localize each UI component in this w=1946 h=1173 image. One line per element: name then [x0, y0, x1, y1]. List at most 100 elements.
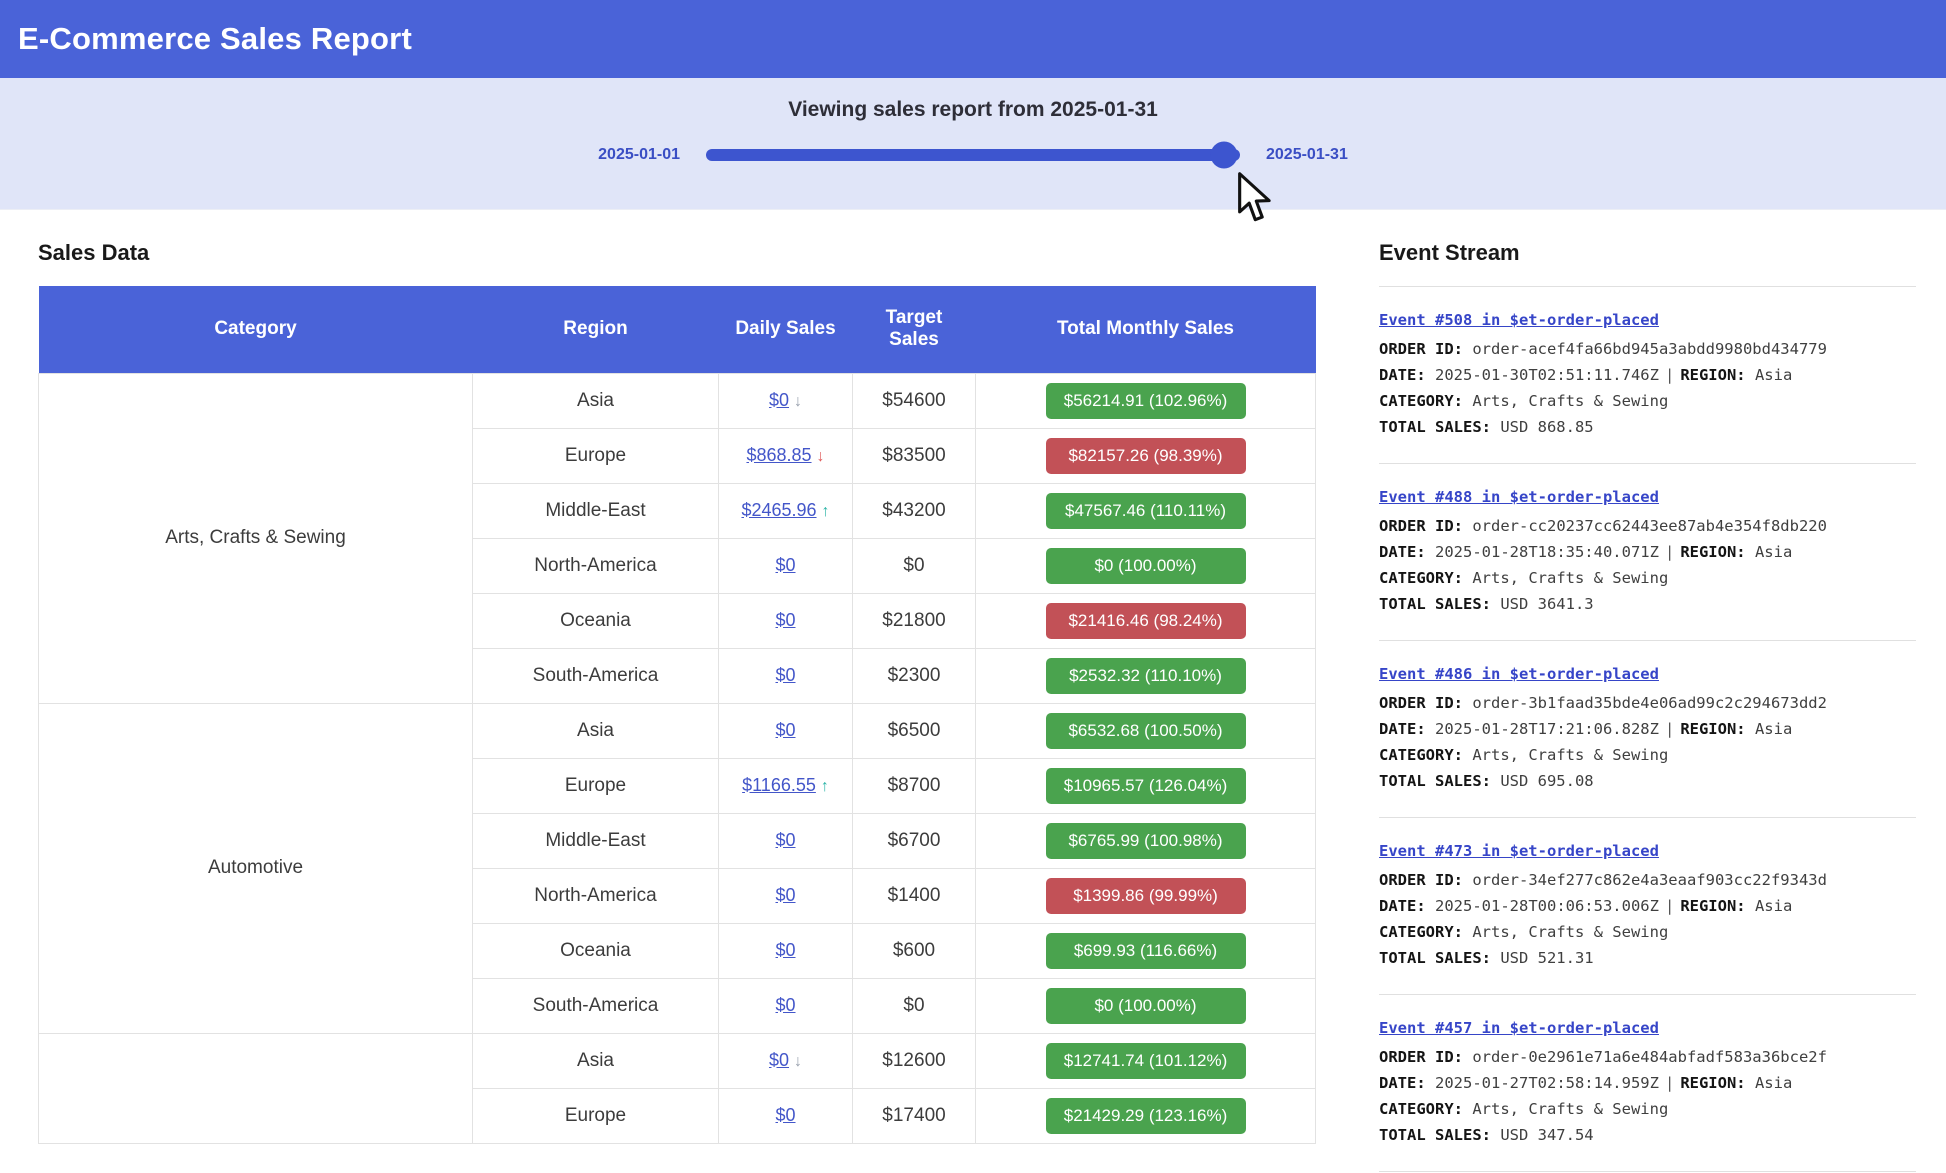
daily-sales-link[interactable]: $0	[775, 720, 795, 740]
daily-sales-cell: $868.85↓	[719, 428, 853, 483]
region-cell: Europe	[473, 428, 719, 483]
daily-sales-link[interactable]: $0	[775, 995, 795, 1015]
region-cell: South-America	[473, 648, 719, 703]
event-date-region-line: DATE: 2025-01-27T02:58:14.959Z|REGION: A…	[1379, 1070, 1916, 1096]
total-monthly-sales-cell: $47567.46 (110.11%)	[976, 483, 1316, 538]
region-cell: Europe	[473, 758, 719, 813]
sales-table: Category Region Daily Sales Target Sales…	[38, 286, 1316, 1144]
event-total-sales-line: TOTAL SALES: USD 3641.3	[1379, 591, 1916, 617]
daily-sales-cell: $0↓	[719, 373, 853, 428]
date-slider-thumb[interactable]	[1210, 142, 1237, 169]
event-total-sales-line: TOTAL SALES: USD 695.08	[1379, 768, 1916, 794]
event-order-id-line: ORDER ID: order-acef4fa66bd945a3abdd9980…	[1379, 336, 1916, 362]
daily-sales-link[interactable]: $0	[775, 940, 795, 960]
event-item: Event #486 in $et-order-placed ORDER ID: …	[1379, 641, 1916, 818]
monthly-sales-badge: $56214.91 (102.96%)	[1046, 383, 1246, 419]
daily-sales-link[interactable]: $0	[775, 665, 795, 685]
target-sales-cell: $0	[853, 978, 976, 1033]
daily-sales-link[interactable]: $0	[769, 1050, 789, 1070]
region-cell: Middle-East	[473, 483, 719, 538]
daily-sales-link[interactable]: $0	[775, 1105, 795, 1125]
monthly-sales-badge: $12741.74 (101.12%)	[1046, 1043, 1246, 1079]
slider-title: Viewing sales report from 2025-01-31	[0, 78, 1946, 122]
event-date-region-line: DATE: 2025-01-28T18:35:40.071Z|REGION: A…	[1379, 539, 1916, 565]
daily-sales-cell: $0	[719, 978, 853, 1033]
total-monthly-sales-cell: $56214.91 (102.96%)	[976, 373, 1316, 428]
daily-sales-link[interactable]: $0	[769, 390, 789, 410]
region-cell: Asia	[473, 373, 719, 428]
region-cell: North-America	[473, 868, 719, 923]
total-monthly-sales-cell: $699.93 (116.66%)	[976, 923, 1316, 978]
slider-min-label: 2025-01-01	[598, 146, 680, 164]
region-cell: Europe	[473, 1088, 719, 1143]
event-total-sales-line: TOTAL SALES: USD 868.85	[1379, 414, 1916, 440]
target-sales-cell: $43200	[853, 483, 976, 538]
category-cell: Automotive	[39, 703, 473, 1033]
event-title-link[interactable]: Event #473 in $et-order-placed	[1379, 838, 1916, 864]
column-header-region: Region	[473, 286, 719, 373]
event-order-id-line: ORDER ID: order-3b1faad35bde4e06ad99c2c2…	[1379, 690, 1916, 716]
daily-sales-link[interactable]: $0	[775, 830, 795, 850]
event-stream-heading: Event Stream	[1379, 240, 1916, 266]
event-list: Event #508 in $et-order-placed ORDER ID: …	[1379, 286, 1916, 1172]
event-category-line: CATEGORY: Arts, Crafts & Sewing	[1379, 742, 1916, 768]
monthly-sales-badge: $21416.46 (98.24%)	[1046, 603, 1246, 639]
daily-sales-cell: $2465.96 ↑	[719, 483, 853, 538]
monthly-sales-badge: $21429.29 (123.16%)	[1046, 1098, 1246, 1134]
event-title-link[interactable]: Event #486 in $et-order-placed	[1379, 661, 1916, 687]
region-cell: Oceania	[473, 923, 719, 978]
event-category-line: CATEGORY: Arts, Crafts & Sewing	[1379, 1096, 1916, 1122]
total-monthly-sales-cell: $1399.86 (99.99%)	[976, 868, 1316, 923]
category-cell	[39, 1033, 473, 1143]
daily-sales-cell: $0	[719, 593, 853, 648]
event-order-id-line: ORDER ID: order-0e2961e71a6e484abfadf583…	[1379, 1044, 1916, 1070]
monthly-sales-badge: $2532.32 (110.10%)	[1046, 658, 1246, 694]
event-order-id-line: ORDER ID: order-34ef277c862e4a3eaaf903cc…	[1379, 867, 1916, 893]
daily-sales-link[interactable]: $2465.96	[741, 500, 816, 520]
monthly-sales-badge: $6532.68 (100.50%)	[1046, 713, 1246, 749]
daily-sales-link[interactable]: $1166.55	[742, 775, 816, 795]
target-sales-cell: $2300	[853, 648, 976, 703]
trend-up-icon: ↑	[822, 503, 830, 521]
main-content: Sales Data Category Region Daily Sales T…	[0, 210, 1946, 1172]
daily-sales-link[interactable]: $0	[775, 610, 795, 630]
daily-sales-link[interactable]: $0	[775, 555, 795, 575]
daily-sales-cell: $0	[719, 1088, 853, 1143]
target-sales-cell: $12600	[853, 1033, 976, 1088]
column-header-total-monthly-sales: Total Monthly Sales	[976, 286, 1316, 373]
target-sales-cell: $1400	[853, 868, 976, 923]
event-title-link[interactable]: Event #488 in $et-order-placed	[1379, 484, 1916, 510]
date-slider-track[interactable]	[706, 149, 1240, 161]
column-header-daily-sales: Daily Sales	[719, 286, 853, 373]
target-sales-cell: $0	[853, 538, 976, 593]
event-total-sales-line: TOTAL SALES: USD 521.31	[1379, 945, 1916, 971]
total-monthly-sales-cell: $21416.46 (98.24%)	[976, 593, 1316, 648]
event-stream-section: Event Stream Event #508 in $et-order-pla…	[1315, 210, 1946, 1172]
total-monthly-sales-cell: $2532.32 (110.10%)	[976, 648, 1316, 703]
monthly-sales-badge: $6765.99 (100.98%)	[1046, 823, 1246, 859]
total-monthly-sales-cell: $82157.26 (98.39%)	[976, 428, 1316, 483]
event-title-link[interactable]: Event #457 in $et-order-placed	[1379, 1015, 1916, 1041]
event-item: Event #457 in $et-order-placed ORDER ID: …	[1379, 995, 1916, 1172]
event-date-region-line: DATE: 2025-01-28T17:21:06.828Z|REGION: A…	[1379, 716, 1916, 742]
daily-sales-link[interactable]: $0	[775, 885, 795, 905]
monthly-sales-badge: $699.93 (116.66%)	[1046, 933, 1246, 969]
table-row: AutomotiveAsia$0$6500$6532.68 (100.50%)	[39, 703, 1316, 758]
table-header-row: Category Region Daily Sales Target Sales…	[39, 286, 1316, 373]
daily-sales-cell: $0 ↓	[719, 1033, 853, 1088]
monthly-sales-badge: $0 (100.00%)	[1046, 988, 1246, 1024]
daily-sales-cell: $0	[719, 923, 853, 978]
column-header-target-sales: Target Sales	[853, 286, 976, 373]
event-category-line: CATEGORY: Arts, Crafts & Sewing	[1379, 565, 1916, 591]
total-monthly-sales-cell: $21429.29 (123.16%)	[976, 1088, 1316, 1143]
sales-heading: Sales Data	[38, 240, 1315, 266]
event-title-link[interactable]: Event #508 in $et-order-placed	[1379, 307, 1916, 333]
slider-max-label: 2025-01-31	[1266, 146, 1348, 164]
daily-sales-link[interactable]: $868.85	[746, 445, 811, 465]
region-cell: Middle-East	[473, 813, 719, 868]
event-category-line: CATEGORY: Arts, Crafts & Sewing	[1379, 919, 1916, 945]
app-window: E-Commerce Sales Report Viewing sales re…	[0, 0, 1946, 1173]
monthly-sales-badge: $10965.57 (126.04%)	[1046, 768, 1246, 804]
trend-down-icon: ↓	[794, 1053, 802, 1071]
daily-sales-cell: $0	[719, 813, 853, 868]
